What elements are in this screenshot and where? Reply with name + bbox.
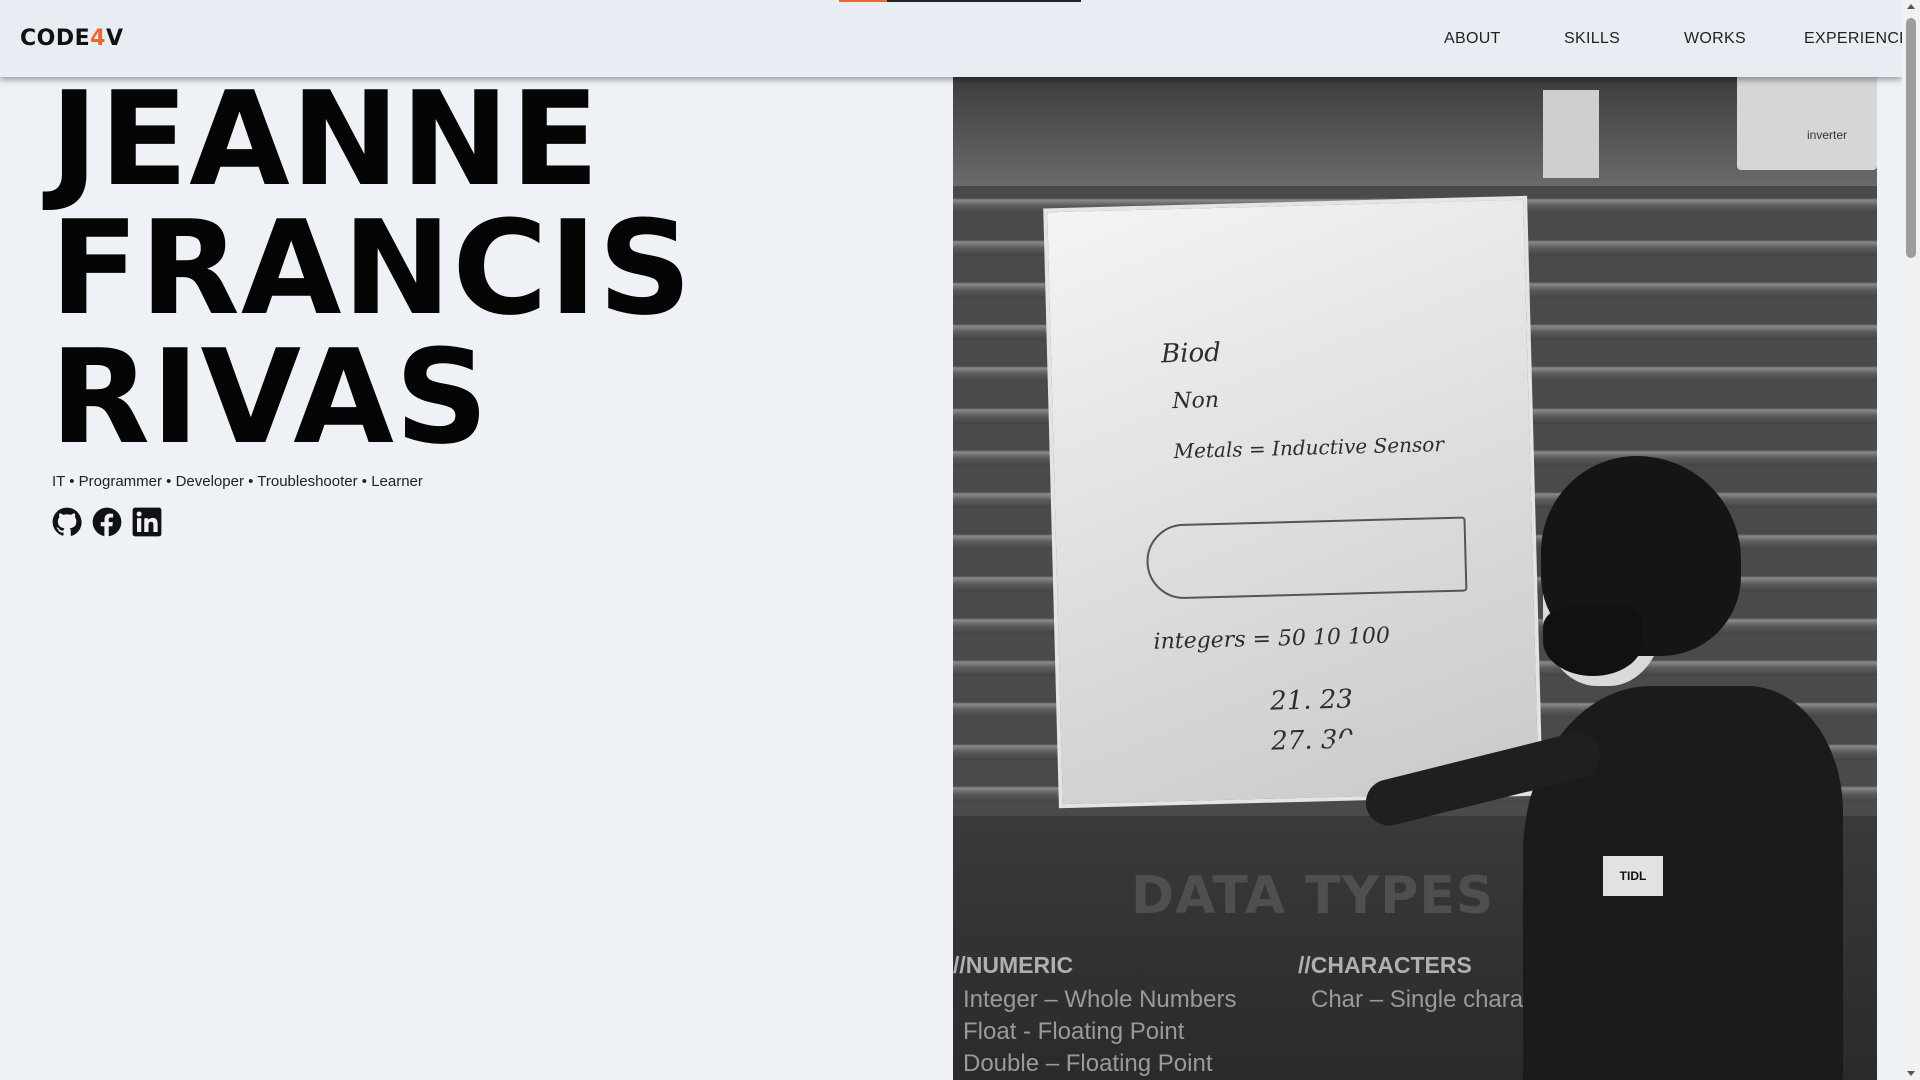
hero-name-line-last: RIVAS [50,321,490,473]
site-header: CODE4V ABOUT SKILLS WORKS EXPERIENCE [0,0,1910,77]
linkedin-icon[interactable] [132,507,162,537]
presenter: TIDL [1328,456,1843,1080]
wall-switch [1543,90,1599,178]
scroll-progress-bar [839,0,1081,2]
slide-item: Double – Floating Point [963,1050,1213,1077]
whiteboard-text: 21. 23 [1269,684,1354,717]
slide-title: DATA TYPES [1131,866,1495,926]
nav-link-works[interactable]: WORKS [1684,30,1746,48]
slide-item: Float - Floating Point [963,1018,1185,1045]
whiteboard-drawing [1145,516,1468,600]
slide-item: Integer – Whole Numbers [963,986,1237,1013]
main-nav: ABOUT SKILLS WORKS EXPERIENCE [0,30,1910,50]
nav-link-skills[interactable]: SKILLS [1564,30,1620,48]
hero-name: JEANNE FRANCIS RIVAS [50,63,693,473]
whiteboard-text: Non [1172,387,1220,415]
scrollbar-thumb[interactable] [1906,18,1916,258]
hero-photo: inverter Biod Non Metals = Inductive Sen… [953,46,1877,1080]
jacket-patch: TIDL [1603,856,1663,896]
page-scrollbar[interactable] [1902,0,1920,1080]
slide-heading-characters: //CHARACTERS [1298,952,1472,978]
slide-heading-numeric: //NUMERIC [953,952,1074,978]
hero-name-line-first: JEANNE [50,63,601,215]
social-links [52,507,162,537]
whiteboard-text: Metals = Inductive Sensor [1173,432,1445,464]
whiteboard-text: integers = 50 10 100 [1153,623,1391,655]
github-icon[interactable] [52,507,82,537]
nav-link-about[interactable]: ABOUT [1444,30,1501,48]
facebook-icon[interactable] [92,507,122,537]
hero-name-line-middle: FRANCIS [50,192,693,344]
nav-link-experience[interactable]: EXPERIENCE [1804,30,1910,48]
scroll-down-arrow-icon[interactable] [1907,1071,1915,1076]
scroll-progress-fill [839,0,888,2]
scroll-up-arrow-icon[interactable] [1907,4,1915,9]
whiteboard: Biod Non Metals = Inductive Sensor integ… [1043,195,1543,809]
presenter-mask [1543,606,1643,676]
hero-tagline: IT • Programmer • Developer • Troublesho… [52,473,423,490]
presenter-hand [1328,734,1388,780]
whiteboard-text: Biod [1160,337,1222,370]
air-conditioner [1737,74,1877,170]
air-conditioner-label: inverter [1806,128,1847,142]
